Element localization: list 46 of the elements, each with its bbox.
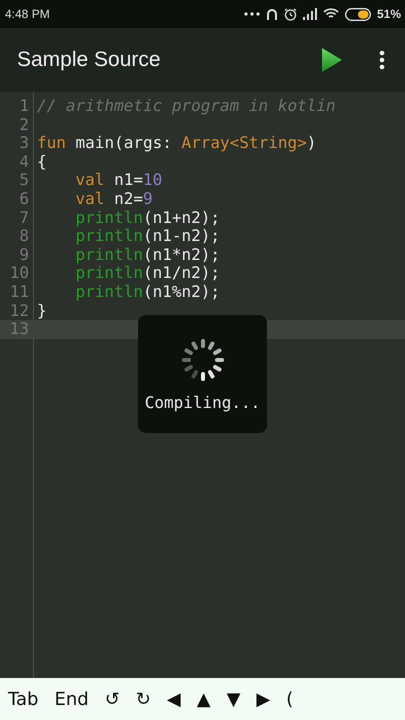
keyboard-shortcut-key[interactable]: ▶ — [250, 688, 280, 710]
line-number: 12 — [8, 302, 30, 320]
battery-percentage: 51% — [376, 7, 401, 21]
line-number: 11 — [8, 282, 30, 302]
line-number: 7 — [18, 208, 30, 228]
battery-icon — [344, 8, 371, 20]
code-line: println(n1+n2); — [74, 208, 220, 228]
signal-icon — [302, 8, 317, 20]
line-number: 1 — [18, 97, 30, 116]
keyboard-shortcut-key[interactable]: End — [48, 688, 99, 710]
code-line: } — [36, 302, 47, 320]
code-line: println(n1*n2); — [74, 246, 220, 264]
line-number: 2 — [18, 116, 30, 134]
keyboard-shortcut-key[interactable]: ↻ — [130, 688, 161, 710]
keyboard-shortcut-key[interactable]: ▲ — [190, 688, 221, 710]
line-number: 4 — [18, 152, 30, 172]
status-time: 4:48 PM — [5, 7, 50, 21]
line-number: 9 — [18, 246, 30, 264]
line-number: 6 — [18, 190, 30, 209]
keyboard-shortcut-key[interactable]: Tab — [2, 688, 48, 710]
keyboard-shortcut-key[interactable]: ↺ — [98, 688, 130, 710]
code-line: // arithmetic program in kotlin — [36, 97, 336, 116]
keyboard-shortcut-key[interactable]: ◀ — [160, 688, 191, 710]
code-line: val n1=10 — [74, 171, 162, 190]
line-number: 10 — [8, 264, 30, 283]
code-line: println(n1/n2); — [74, 264, 220, 283]
code-line: { — [36, 152, 47, 172]
alarm-icon — [284, 8, 297, 20]
code-line: val n2=9 — [74, 190, 153, 209]
keyboard-shortcut-key[interactable]: ▼ — [220, 688, 250, 710]
compiling-message: Compiling... — [144, 392, 260, 412]
code-line: println(n1-n2); — [74, 227, 220, 246]
headphones-icon — [266, 8, 278, 20]
wifi-icon — [322, 8, 339, 20]
screen-title: Sample Source — [17, 48, 162, 72]
code-line: fun main(args: Array<String>) — [36, 134, 316, 153]
loading-spinner-icon — [180, 336, 226, 382]
code-line: println(n1%n2); — [74, 282, 220, 302]
overflow-menu-icon[interactable] — [379, 50, 385, 70]
line-number: 13 — [8, 320, 30, 339]
more-notifications-icon — [244, 12, 260, 16]
keyboard-shortcut-key[interactable]: ( — [280, 688, 304, 710]
line-number: 3 — [18, 134, 30, 153]
run-icon[interactable] — [321, 47, 343, 73]
line-number: 5 — [18, 171, 30, 190]
line-number: 8 — [18, 227, 30, 246]
